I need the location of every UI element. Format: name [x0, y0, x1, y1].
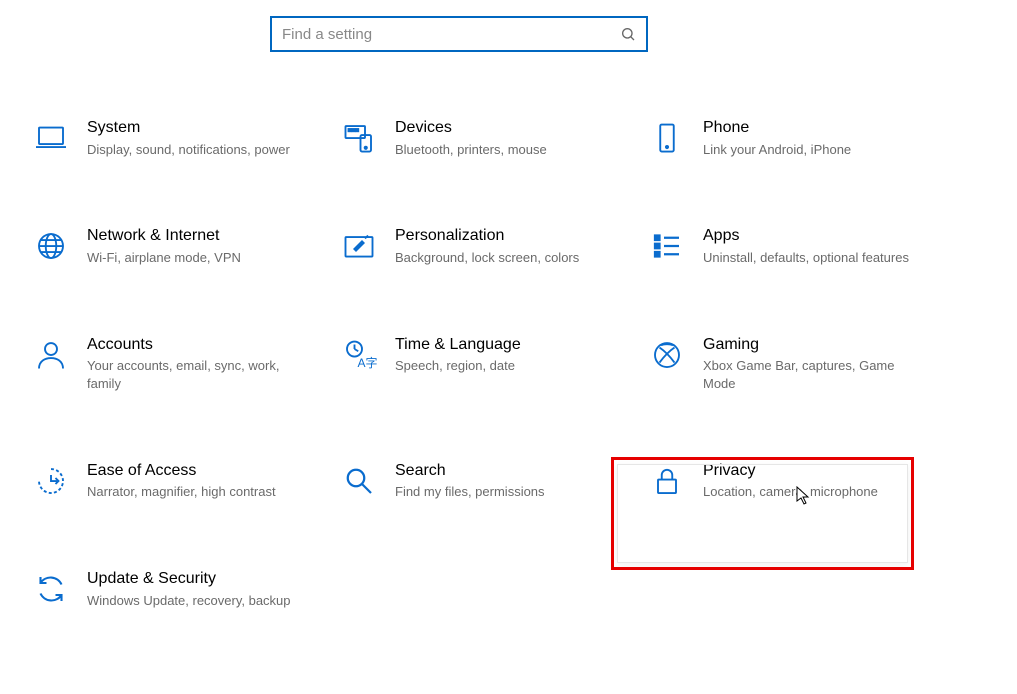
devices-icon [341, 120, 377, 156]
tile-desc: Display, sound, notifications, power [87, 141, 290, 159]
tile-title: System [87, 118, 290, 139]
tile-title: Ease of Access [87, 461, 276, 482]
tile-title: Search [395, 461, 545, 482]
paintbrush-icon [341, 228, 377, 264]
tile-desc: Narrator, magnifier, high contrast [87, 483, 276, 501]
laptop-icon [33, 120, 69, 156]
tile-desc: Location, camera, microphone [703, 483, 878, 501]
xbox-icon [649, 337, 685, 373]
settings-tile-time-language[interactable]: A字 Time & Language Speech, region, date [333, 329, 633, 399]
settings-tile-accounts[interactable]: Accounts Your accounts, email, sync, wor… [25, 329, 325, 399]
tile-desc: Find my files, permissions [395, 483, 545, 501]
tile-title: Personalization [395, 226, 579, 247]
settings-tile-personalization[interactable]: Personalization Background, lock screen,… [333, 220, 633, 272]
settings-tile-system[interactable]: System Display, sound, notifications, po… [25, 112, 325, 164]
search-input[interactable] [282, 26, 620, 43]
tile-title: Devices [395, 118, 547, 139]
settings-tile-apps[interactable]: Apps Uninstall, defaults, optional featu… [641, 220, 941, 272]
person-icon [33, 337, 69, 373]
settings-tile-devices[interactable]: Devices Bluetooth, printers, mouse [333, 112, 633, 164]
tile-desc: Link your Android, iPhone [703, 141, 851, 159]
search-icon [620, 26, 636, 42]
tile-desc: Uninstall, defaults, optional features [703, 249, 909, 267]
tile-desc: Speech, region, date [395, 357, 521, 375]
tile-title: Time & Language [395, 335, 521, 356]
settings-tile-phone[interactable]: Phone Link your Android, iPhone [641, 112, 941, 164]
settings-tile-network[interactable]: Network & Internet Wi-Fi, airplane mode,… [25, 220, 325, 272]
tile-desc: Wi-Fi, airplane mode, VPN [87, 249, 241, 267]
tile-desc: Background, lock screen, colors [395, 249, 579, 267]
settings-tile-gaming[interactable]: Gaming Xbox Game Bar, captures, Game Mod… [641, 329, 941, 399]
globe-icon [33, 228, 69, 264]
ease-of-access-icon [33, 463, 69, 499]
settings-tile-update[interactable]: Update & Security Windows Update, recove… [25, 563, 325, 615]
tile-title: Apps [703, 226, 909, 247]
settings-tile-privacy[interactable]: Privacy Location, camera, microphone [641, 455, 941, 507]
tile-title: Gaming [703, 335, 913, 356]
tile-title: Network & Internet [87, 226, 241, 247]
time-language-icon: A字 [341, 337, 377, 373]
tile-title: Privacy [703, 461, 878, 482]
settings-tile-search[interactable]: Search Find my files, permissions [333, 455, 633, 507]
svg-text:A字: A字 [358, 355, 378, 370]
tile-title: Update & Security [87, 569, 291, 590]
tile-title: Accounts [87, 335, 297, 356]
phone-icon [649, 120, 685, 156]
tile-desc: Bluetooth, printers, mouse [395, 141, 547, 159]
apps-list-icon [649, 228, 685, 264]
tile-desc: Xbox Game Bar, captures, Game Mode [703, 357, 913, 392]
magnifier-icon [341, 463, 377, 499]
tile-desc: Windows Update, recovery, backup [87, 592, 291, 610]
sync-icon [33, 571, 69, 607]
tile-title: Phone [703, 118, 851, 139]
lock-icon [649, 463, 685, 499]
search-box[interactable] [270, 16, 648, 52]
settings-tile-ease-of-access[interactable]: Ease of Access Narrator, magnifier, high… [25, 455, 325, 507]
tile-desc: Your accounts, email, sync, work, family [87, 357, 297, 392]
